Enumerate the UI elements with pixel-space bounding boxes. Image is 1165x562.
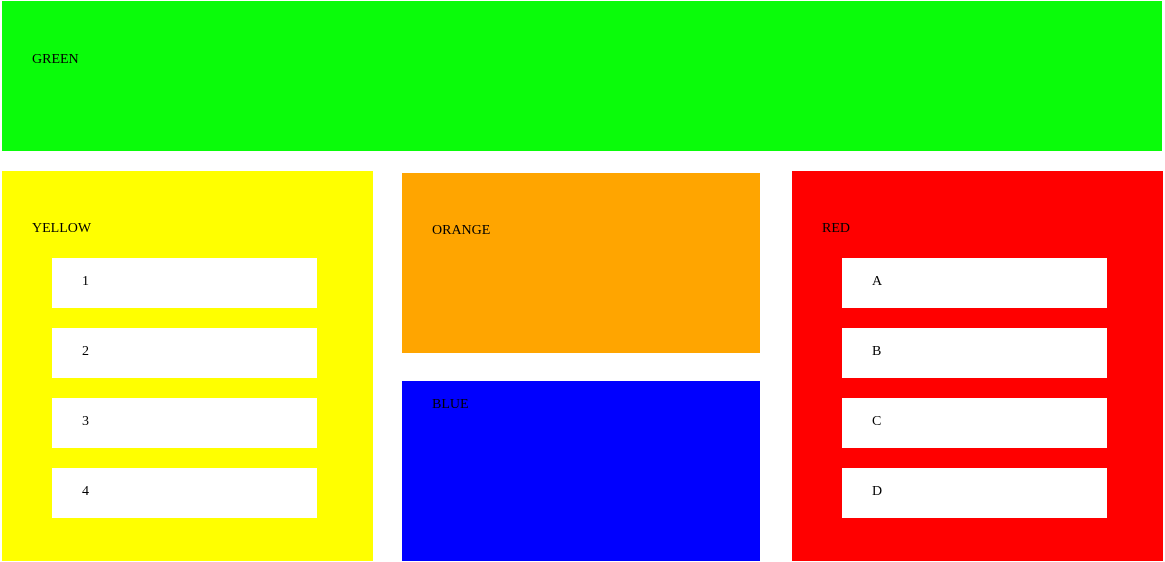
orange-panel: ORANGE	[402, 173, 760, 353]
yellow-panel-label: YELLOW	[32, 221, 92, 236]
yellow-list-item-1: 1	[52, 258, 317, 308]
red-list-item-d: D	[842, 468, 1107, 518]
yellow-list-item-2: 2	[52, 328, 317, 378]
blue-panel: BLUE	[402, 381, 760, 561]
yellow-list-item-3: 3	[52, 398, 317, 448]
yellow-item-list: 1 2 3 4	[52, 258, 317, 518]
red-list-item-c: C	[842, 398, 1107, 448]
orange-panel-label: ORANGE	[432, 223, 491, 238]
red-list-item-b: B	[842, 328, 1107, 378]
blue-panel-label: BLUE	[432, 397, 469, 412]
red-panel-label: RED	[822, 221, 850, 236]
red-panel: RED A B C D	[792, 171, 1163, 561]
green-panel: GREEN	[2, 1, 1162, 151]
red-item-list: A B C D	[842, 258, 1107, 518]
red-list-item-a: A	[842, 258, 1107, 308]
yellow-list-item-4: 4	[52, 468, 317, 518]
yellow-panel: YELLOW 1 2 3 4	[2, 171, 373, 561]
green-panel-label: GREEN	[32, 52, 79, 67]
